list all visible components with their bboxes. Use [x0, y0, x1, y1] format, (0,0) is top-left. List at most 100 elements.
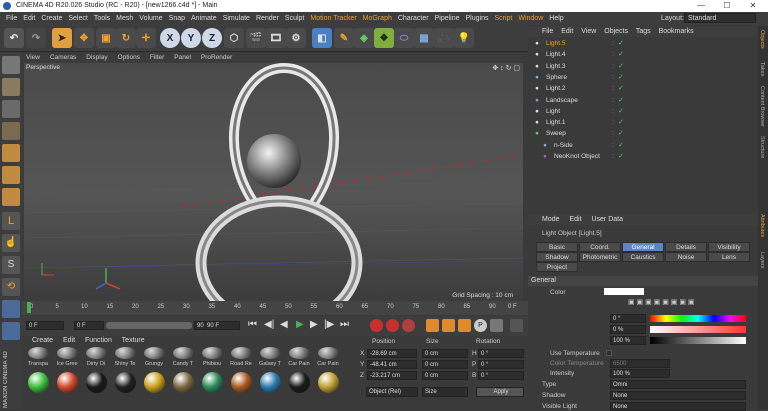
material-ball[interactable] [231, 347, 252, 359]
material-ball[interactable] [289, 347, 310, 359]
color-mode-icons[interactable]: ▣ ▣ ▣ ▣ ▣ ▣ ▣ ▣ [628, 298, 695, 306]
material-ball[interactable] [260, 347, 281, 359]
menu-animate[interactable]: Animate [188, 12, 220, 25]
material-ball[interactable] [57, 347, 78, 359]
cube-icon[interactable]: ◧ [312, 28, 332, 48]
obj-menu-bookmarks[interactable]: Bookmarks [659, 28, 694, 35]
key-position-icon[interactable] [426, 319, 439, 332]
mat-menu-edit[interactable]: Edit [63, 337, 75, 344]
vp-menu-view[interactable]: View [22, 52, 44, 63]
material-ball[interactable] [57, 372, 78, 393]
mat-menu-create[interactable]: Create [32, 337, 53, 344]
apply-button[interactable]: Apply [476, 387, 524, 397]
redo-icon[interactable]: ↷ [26, 28, 46, 48]
attr-tab-project[interactable]: Project [536, 262, 578, 272]
menu-help[interactable]: Help [546, 12, 566, 25]
render-settings-icon[interactable]: ⚙ [286, 28, 306, 48]
attr-tab-coord[interactable]: Coord. [579, 242, 621, 252]
menu-script[interactable]: Script [491, 12, 515, 25]
attr-tab-photometric[interactable]: Photometric [579, 252, 621, 262]
material-ball[interactable] [28, 347, 49, 359]
coord-rotation-field[interactable]: 0 ° [478, 349, 524, 358]
key-rotation-icon[interactable] [458, 319, 471, 332]
color-temperature-field[interactable]: 6500 [610, 359, 670, 368]
next-key-icon[interactable]: |▶ [324, 319, 334, 330]
tab-layers[interactable]: Layers [759, 252, 765, 269]
s-gradient[interactable] [650, 326, 746, 333]
coord-rotation-field[interactable]: 0 ° [478, 371, 524, 380]
close-button[interactable]: ✕ [740, 0, 766, 12]
render-view-icon[interactable]: 🎬 [246, 28, 266, 48]
attr-tab-basic[interactable]: Basic [536, 242, 578, 252]
points-mode-icon[interactable] [2, 144, 20, 162]
material-ball[interactable] [86, 372, 107, 393]
enabled-check-icon[interactable]: ✓ [618, 95, 624, 106]
material-ball[interactable] [173, 372, 194, 393]
planar-workplane-icon[interactable] [2, 300, 20, 318]
maximize-button[interactable]: ☐ [714, 0, 740, 12]
type-select[interactable]: Omni [610, 380, 746, 389]
attr-menu-mode[interactable]: Mode [542, 216, 560, 223]
timeline-playhead[interactable] [27, 302, 31, 313]
floor-icon[interactable]: ▦ [414, 28, 434, 48]
prev-frame-icon[interactable]: ◀ [280, 319, 288, 330]
material-ball[interactable] [318, 347, 339, 359]
visibility-dots[interactable]: : [612, 117, 614, 128]
workplane-icon[interactable] [2, 122, 20, 140]
menu-character[interactable]: Character [395, 12, 432, 25]
visibility-dots[interactable]: : [612, 38, 614, 49]
go-end-icon[interactable]: ⏭ [340, 319, 349, 330]
grid-icon[interactable] [2, 322, 20, 340]
attr-menu-edit[interactable]: Edit [569, 216, 581, 223]
use-temperature-checkbox[interactable] [606, 350, 612, 356]
next-frame-icon[interactable]: ▶ [310, 319, 318, 330]
menu-motion-tracker[interactable]: Motion Tracker [307, 12, 359, 25]
key-scale-icon[interactable] [442, 319, 455, 332]
rotate-icon[interactable]: ↻ [116, 28, 136, 48]
material-ball[interactable] [144, 347, 165, 359]
enabled-check-icon[interactable]: ✓ [618, 49, 624, 60]
material-ball[interactable] [115, 372, 136, 393]
enabled-check-icon[interactable]: ✓ [618, 128, 624, 139]
enabled-check-icon[interactable]: ✓ [618, 83, 624, 94]
obj-menu-tags[interactable]: Tags [636, 28, 651, 35]
visibility-dots[interactable]: : [612, 95, 614, 106]
make-editable-icon[interactable] [2, 56, 20, 74]
vp-menu-panel[interactable]: Panel [170, 52, 195, 63]
snap-icon[interactable]: S [2, 256, 20, 274]
s-field[interactable]: 0 % [610, 325, 646, 334]
lock-workplane-icon[interactable]: ⟲ [2, 278, 20, 296]
material-ball[interactable] [231, 372, 252, 393]
obj-menu-view[interactable]: View [581, 28, 596, 35]
coord-rotation-field[interactable]: 0 ° [478, 360, 524, 369]
axis-x-button[interactable]: X [160, 28, 180, 48]
viewport-perspective[interactable]: Perspective ✥ ↕ ↻ ▢ Grid Spacing : 10 cm [24, 63, 523, 301]
vp-menu-options[interactable]: Options [114, 52, 144, 63]
minimize-button[interactable]: — [688, 0, 714, 12]
menu-snap[interactable]: Snap [166, 12, 188, 25]
menu-mograph[interactable]: MoGraph [360, 12, 395, 25]
object-row[interactable]: ● NeoKnot Object: ✓ [528, 151, 758, 162]
scale-icon[interactable]: ▣ [96, 28, 116, 48]
material-ball[interactable] [202, 372, 223, 393]
object-row[interactable]: ● Light.3: ✓ [528, 61, 758, 72]
shadow-select[interactable]: None [610, 391, 746, 400]
menu-window[interactable]: Window [515, 12, 546, 25]
visibility-dots[interactable]: : [612, 128, 614, 139]
material-ball[interactable] [202, 347, 223, 359]
tab-takes[interactable]: Takes [759, 62, 765, 76]
keyframe-selection-icon[interactable] [402, 319, 415, 332]
color-swatch[interactable] [604, 288, 644, 295]
tweak-mode-icon[interactable]: ☝ [2, 234, 20, 252]
enabled-check-icon[interactable]: ✓ [618, 72, 624, 83]
autokey-icon[interactable] [386, 319, 399, 332]
object-row[interactable]: ● n-Side: ✓ [528, 140, 758, 151]
layout-select[interactable]: Standard [684, 13, 756, 23]
material-ball[interactable] [318, 372, 339, 393]
coord-size-field[interactable]: 0 cm [422, 371, 468, 380]
coord-size-select[interactable]: Size [422, 387, 468, 397]
intensity-field[interactable]: 100 % [610, 369, 670, 378]
subdivision-icon[interactable]: ◈ [354, 28, 374, 48]
menu-file[interactable]: File [3, 12, 20, 25]
object-row[interactable]: ● Light.5: ✓ [528, 38, 758, 49]
